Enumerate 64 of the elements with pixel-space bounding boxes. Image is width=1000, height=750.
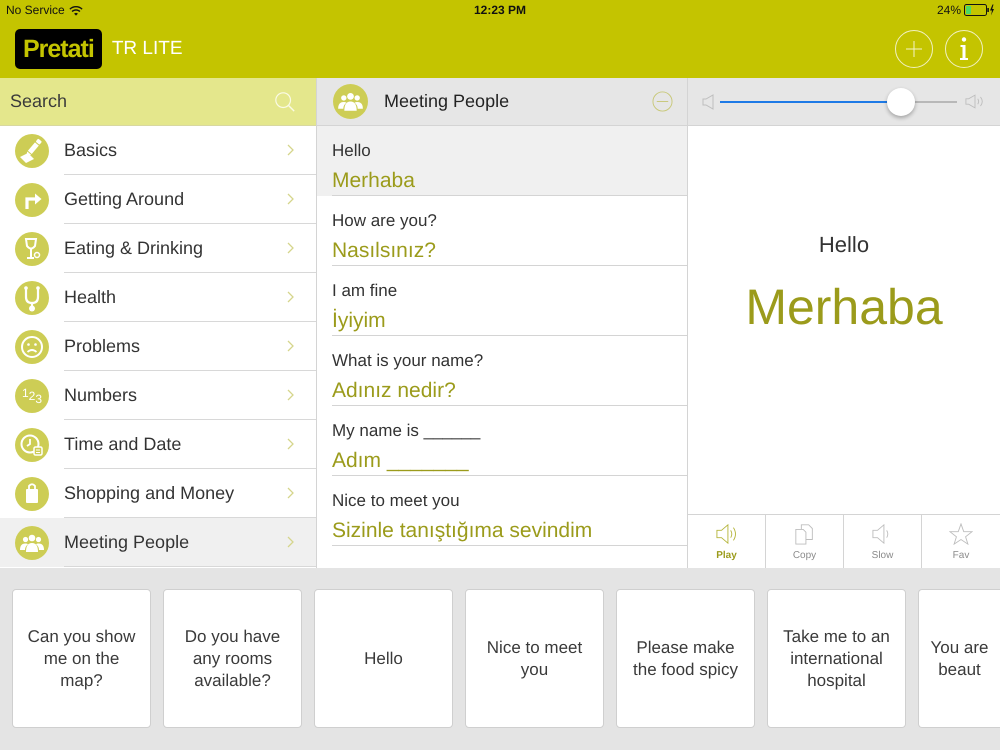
- volume-high-icon: [965, 94, 985, 109]
- clock-text: 12:23 PM: [474, 2, 526, 19]
- chevron-icon: [287, 242, 294, 254]
- app-subtitle: TR LITE: [112, 36, 183, 61]
- collapse-button[interactable]: [652, 91, 673, 112]
- people-icon: [333, 84, 368, 119]
- minus-circle-icon: [652, 91, 673, 112]
- phrase-text: I am fine: [332, 280, 398, 302]
- sad-face-icon: [15, 330, 49, 364]
- info-button[interactable]: [945, 30, 983, 68]
- phrase-card[interactable]: Take me to an international hospital: [767, 589, 906, 728]
- phrase-card[interactable]: Can you show me on the map?: [12, 589, 151, 728]
- wifi-icon: [68, 4, 83, 16]
- volume-low-icon: [702, 94, 714, 110]
- translation-text: Adım _______: [332, 448, 469, 474]
- goblet-icon: [15, 232, 49, 266]
- translation-text: İyiyim: [332, 308, 386, 334]
- chevron-icon: [287, 438, 294, 450]
- phrase-card[interactable]: You are beaut: [918, 589, 1000, 728]
- shopping-bag-icon: [15, 476, 49, 510]
- chevron-icon: [287, 291, 294, 303]
- stethoscope-icon: [15, 280, 49, 314]
- translation-text: Merhaba: [745, 278, 943, 337]
- people-icon: [15, 526, 49, 560]
- plus-icon: [906, 41, 922, 57]
- battery-percent: 24%: [936, 2, 961, 19]
- phrase-text: How are you?: [332, 210, 437, 232]
- phrase-card[interactable]: Please make the food spicy: [616, 589, 755, 728]
- translation-text: Sizinle tanıştığıma sevindim: [332, 518, 592, 544]
- chevron-icon: [287, 536, 294, 548]
- speaker-icon: [714, 523, 738, 545]
- search-icon: [274, 90, 296, 112]
- chevron-icon: [287, 193, 294, 205]
- search-input[interactable]: Search: [0, 78, 274, 125]
- category-title: Meeting People: [384, 90, 510, 113]
- phrase-text: Nice to meet you: [332, 490, 460, 512]
- phrase-row[interactable]: Hello Merhaba: [317, 126, 687, 196]
- search-field[interactable]: Search: [0, 78, 316, 126]
- phrase-text: Hello: [818, 231, 870, 259]
- phrase-card[interactable]: Do you have any rooms available?: [163, 589, 302, 728]
- volume-slider[interactable]: [720, 88, 957, 116]
- logo: Pretati: [15, 29, 102, 69]
- info-icon: [959, 37, 969, 61]
- clock-icon: [15, 428, 49, 462]
- battery-icon: [964, 4, 994, 16]
- translation-text: Adınız nedir?: [332, 378, 456, 404]
- phrase-text: Hello: [332, 140, 371, 162]
- chevron-icon: [287, 340, 294, 352]
- phrase-card[interactable]: Nice to meet you: [465, 589, 604, 728]
- digits-icon: 123: [15, 378, 49, 412]
- carrier-text: No Service: [6, 2, 65, 19]
- slider-thumb[interactable]: [887, 88, 916, 116]
- phrase-card[interactable]: Hello: [314, 589, 453, 728]
- pencil-icon: [15, 134, 49, 168]
- chevron-icon: [287, 144, 294, 156]
- category-item[interactable]: Meeting People: [0, 518, 316, 567]
- phrase-text: What is your name?: [332, 350, 484, 372]
- chevron-icon: [287, 389, 294, 401]
- add-button[interactable]: [895, 30, 933, 68]
- phrase-text: My name is ______: [332, 420, 480, 442]
- chevron-icon: [287, 487, 294, 499]
- translation-text: Merhaba: [332, 168, 415, 194]
- star-icon: [949, 523, 973, 545]
- translation-text: Nasılsınız?: [332, 238, 436, 264]
